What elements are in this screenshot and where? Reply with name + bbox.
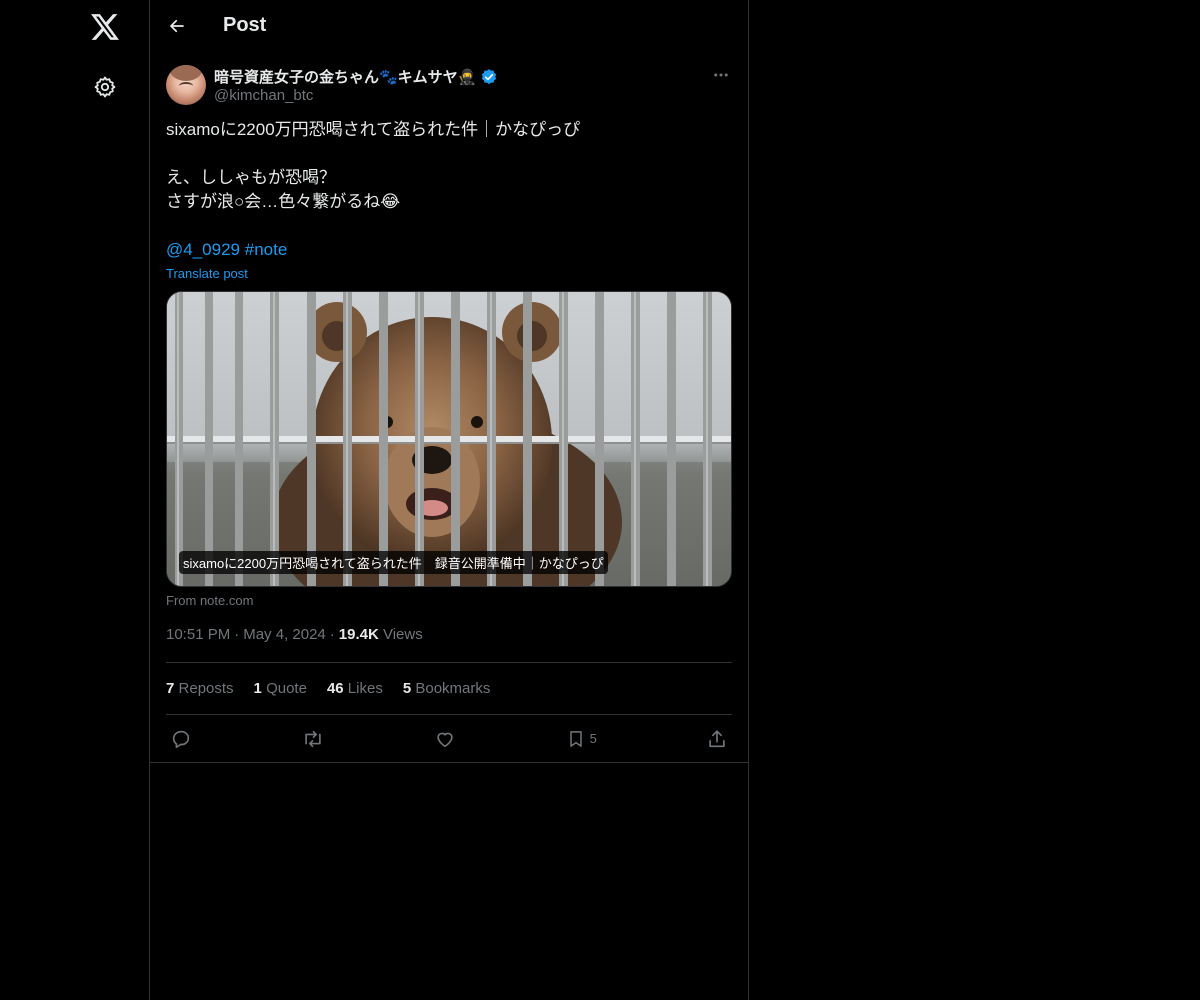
page-header: Post bbox=[150, 0, 748, 54]
reply-icon[interactable] bbox=[170, 728, 192, 750]
post: 暗号資産女子の金ちゃん🐾キムサヤ🥷 @kimchan_btc sixamoに22… bbox=[150, 64, 748, 763]
reposts-stat[interactable]: 7 Reposts bbox=[166, 680, 234, 697]
bookmarks-label: Bookmarks bbox=[415, 680, 491, 697]
views-count: 19.4K bbox=[338, 626, 379, 643]
quote-stat[interactable]: 1 Quote bbox=[254, 680, 307, 697]
post-meta: 10:51 PM · May 4, 2024 · 19.4K Views bbox=[166, 626, 732, 646]
bookmarks-stat[interactable]: 5 Bookmarks bbox=[403, 680, 491, 697]
post-text-line: え、ししゃもが恐喝？ bbox=[166, 168, 336, 187]
avatar[interactable] bbox=[166, 65, 206, 105]
author-display-name[interactable]: 暗号資産女子の金ちゃん🐾キムサヤ🥷 bbox=[214, 66, 476, 87]
post-text-line: さすが浪○会…色々繋がるね😂 bbox=[166, 192, 401, 211]
verified-badge-icon[interactable] bbox=[480, 68, 498, 86]
hashtag-link[interactable]: #note bbox=[245, 240, 288, 259]
post-links-line: @4_0929 #note bbox=[166, 238, 732, 262]
main-column: Post 暗号資産女子の金ちゃん🐾キムサヤ🥷 @kimchan_btc sixa… bbox=[149, 0, 749, 1000]
author-name-line: 暗号資産女子の金ちゃん🐾キムサヤ🥷 bbox=[214, 66, 498, 87]
more-horizontal-icon[interactable] bbox=[710, 64, 732, 86]
left-rail bbox=[0, 0, 150, 1000]
gear-icon[interactable] bbox=[91, 73, 119, 101]
page-title: Post bbox=[223, 14, 267, 36]
card-source[interactable]: From note.com bbox=[166, 593, 732, 608]
post-date[interactable]: May 4, 2024 bbox=[243, 626, 326, 643]
post-text-line bbox=[166, 142, 732, 166]
app-root: Post 暗号資産女子の金ちゃん🐾キムサヤ🥷 @kimchan_btc sixa… bbox=[0, 0, 1200, 1000]
post-text-line bbox=[166, 214, 732, 238]
quote-count: 1 bbox=[253, 680, 262, 697]
action-bar: 5 bbox=[150, 715, 748, 763]
mention-link[interactable]: @4_0929 bbox=[166, 240, 240, 259]
reposts-label: Reposts bbox=[178, 680, 234, 697]
card-caption: sixamoに2200万円恐喝されて盗られた件 録音公開準備中｜かなぴっぴ bbox=[179, 551, 608, 574]
translate-post-link[interactable]: Translate post bbox=[166, 266, 732, 281]
likes-count: 46 bbox=[326, 680, 344, 697]
views-label: Views bbox=[382, 626, 423, 643]
bear-photo bbox=[167, 292, 731, 586]
post-time[interactable]: 10:51 PM bbox=[166, 626, 230, 643]
post-text-line: sixamoに2200万円恐喝されて盗られた件｜かなぴっぴ bbox=[166, 120, 581, 139]
likes-label: Likes bbox=[347, 680, 383, 697]
bookmark-icon bbox=[569, 730, 582, 747]
quote-label: Quote bbox=[266, 680, 307, 697]
heart-icon[interactable] bbox=[434, 728, 456, 750]
x-logo-icon[interactable] bbox=[89, 11, 121, 43]
repost-icon[interactable] bbox=[301, 728, 325, 750]
bookmark-count: 5 bbox=[589, 731, 597, 746]
likes-stat[interactable]: 46 Likes bbox=[327, 680, 383, 697]
link-card[interactable]: sixamoに2200万円恐喝されて盗られた件 録音公開準備中｜かなぴっぴ bbox=[166, 291, 732, 587]
share-icon[interactable] bbox=[706, 728, 728, 750]
separator-dot: · bbox=[234, 626, 240, 643]
bookmark-button[interactable]: 5 bbox=[566, 728, 597, 750]
post-text: sixamoに2200万円恐喝されて盗られた件｜かなぴっぴ え、ししゃもが恐喝？… bbox=[166, 118, 732, 262]
separator-dot: · bbox=[329, 626, 335, 643]
arrow-left-icon[interactable] bbox=[166, 15, 188, 37]
reposts-count: 7 bbox=[166, 680, 175, 697]
author-row: 暗号資産女子の金ちゃん🐾キムサヤ🥷 @kimchan_btc bbox=[166, 64, 732, 108]
post-stats: 7 Reposts 1 Quote 46 Likes 5 Bookmarks bbox=[166, 662, 732, 715]
bookmarks-count: 5 bbox=[402, 680, 412, 697]
author-handle[interactable]: @kimchan_btc bbox=[214, 87, 313, 104]
